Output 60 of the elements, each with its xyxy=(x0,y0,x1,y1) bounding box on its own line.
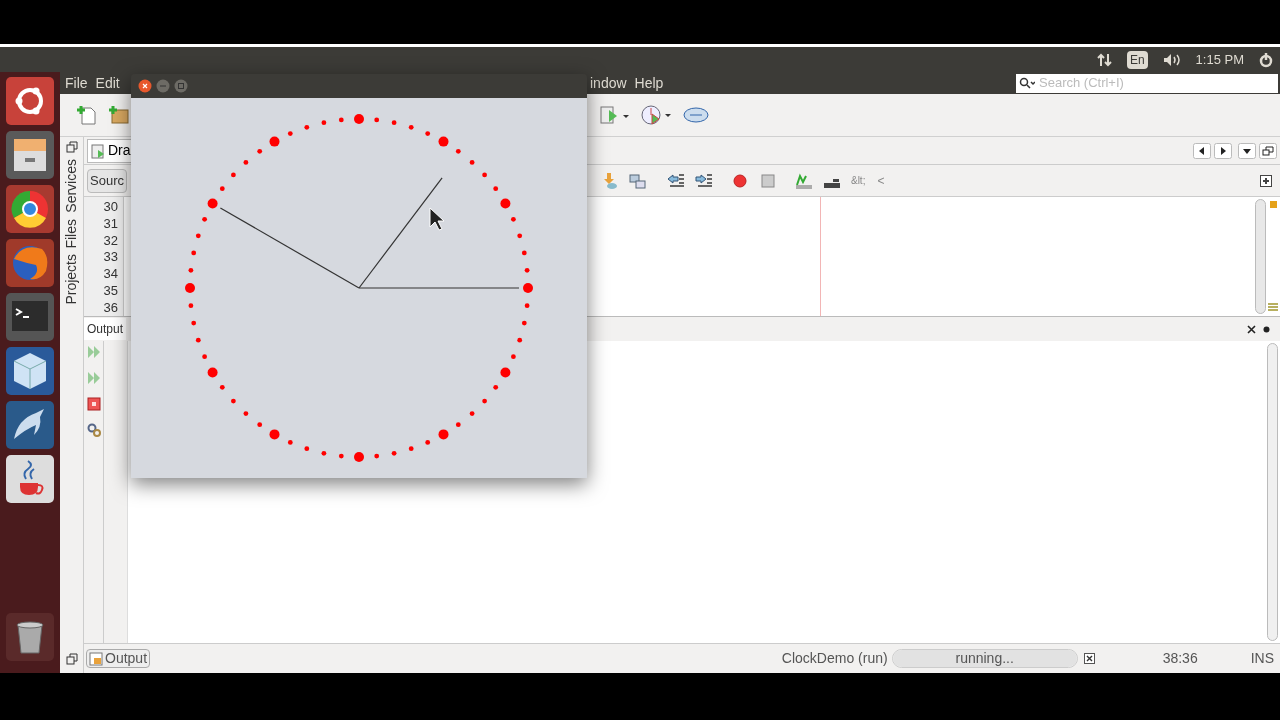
new-project-icon[interactable] xyxy=(109,105,129,125)
scroll-right-icon[interactable] xyxy=(1214,142,1232,159)
cup-icon[interactable] xyxy=(6,455,54,503)
scrollbar[interactable] xyxy=(1267,343,1278,641)
network-icon[interactable] xyxy=(1096,51,1113,68)
new-file-icon[interactable] xyxy=(77,105,97,125)
line-number: 36 xyxy=(103,299,118,317)
output-tab[interactable]: Output xyxy=(84,318,127,340)
drawer-icon[interactable] xyxy=(6,131,54,179)
shift-left-icon[interactable] xyxy=(666,172,685,189)
maximize-icon[interactable] xyxy=(174,79,188,93)
warning-marker[interactable] xyxy=(1269,201,1277,208)
clock-text[interactable]: 1:15 PM xyxy=(1195,49,1244,70)
line-number: 33 xyxy=(103,249,118,267)
side-tab[interactable]: Files xyxy=(61,218,82,249)
restore-icon[interactable] xyxy=(65,141,78,153)
progress-text: running... xyxy=(954,650,1015,667)
close-icon[interactable] xyxy=(1247,324,1256,334)
stop-icon[interactable] xyxy=(86,397,101,411)
dropdown-icon[interactable] xyxy=(1238,142,1256,159)
line-number: 32 xyxy=(103,232,118,250)
cursor-icon xyxy=(429,207,445,231)
scrollbar[interactable] xyxy=(1255,199,1266,314)
restore-icon[interactable] xyxy=(1259,142,1277,159)
trash-icon[interactable] xyxy=(6,613,54,661)
cancel-icon[interactable] xyxy=(1083,653,1095,664)
ring-colors-icon[interactable] xyxy=(6,185,54,233)
restore-icon[interactable] xyxy=(66,652,78,665)
shift-right-icon[interactable] xyxy=(694,172,713,189)
expand-icon[interactable] xyxy=(1260,174,1272,187)
scroll-left-icon[interactable] xyxy=(1193,142,1211,159)
cube-icon[interactable] xyxy=(6,347,54,395)
line-number: 31 xyxy=(103,215,118,233)
search-icon xyxy=(1019,77,1035,89)
globe-icon[interactable] xyxy=(6,239,54,287)
line-number: 30 xyxy=(103,199,118,216)
java-file-icon xyxy=(90,142,106,159)
power-icon[interactable] xyxy=(1258,51,1274,68)
line-number: 34 xyxy=(103,266,118,283)
menu-item[interactable]: Edit xyxy=(95,72,120,94)
caret-position: 38:36 xyxy=(1162,649,1199,668)
ring-icon[interactable] xyxy=(6,77,54,125)
minimize-dot-icon[interactable] xyxy=(1263,325,1270,333)
close-icon[interactable] xyxy=(138,79,152,93)
editor-tab[interactable]: Dra xyxy=(87,138,134,163)
side-tab[interactable]: Services xyxy=(61,159,82,213)
menu-item[interactable]: indow xyxy=(590,72,627,94)
task-name: ClockDemo (run) xyxy=(781,649,888,668)
side-tab[interactable]: Projects xyxy=(61,254,82,305)
source-tab[interactable]: Sourc xyxy=(87,168,127,193)
output-icon xyxy=(89,651,103,666)
run-config-icon[interactable] xyxy=(599,105,629,125)
line-number: 35 xyxy=(103,283,118,300)
menu-item[interactable]: File xyxy=(65,72,88,94)
record-icon[interactable] xyxy=(732,173,747,188)
insert-mode: INS xyxy=(1250,649,1274,668)
php-icon[interactable] xyxy=(683,107,709,123)
menu-item[interactable]: Help xyxy=(634,72,664,94)
output-button[interactable]: Output xyxy=(86,649,151,668)
keyboard-indicator[interactable]: En xyxy=(1126,50,1148,69)
